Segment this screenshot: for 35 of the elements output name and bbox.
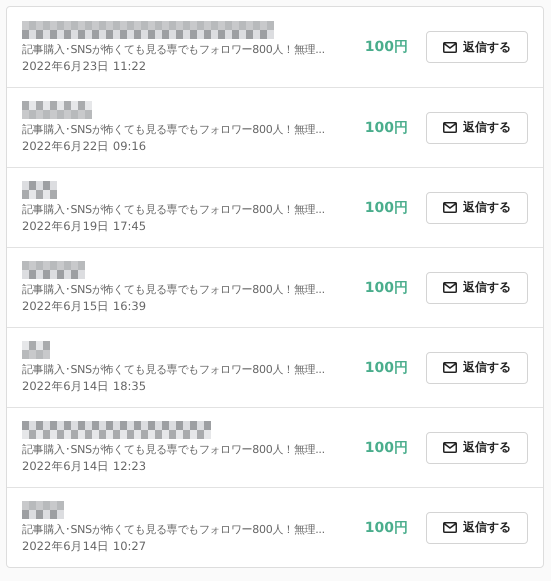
reply-button[interactable]: 返信する <box>426 352 528 384</box>
message-summary: 記事購入･SNSが怖くても見る専でもフォロワー800人！無理... <box>22 442 326 457</box>
message-date: 2022年6月22日 09:16 <box>22 139 148 154</box>
message-date: 2022年6月19日 17:45 <box>22 219 148 234</box>
message-date: 2022年6月14日 10:27 <box>22 539 148 554</box>
price-label: 100円 <box>364 38 408 56</box>
price-label: 100円 <box>364 118 408 136</box>
message-date: 2022年6月15日 16:39 <box>22 299 148 314</box>
reply-button[interactable]: 返信する <box>426 112 528 144</box>
reply-button[interactable]: 返信する <box>426 272 528 304</box>
message-date: 2022年6月23日 11:22 <box>22 58 148 74</box>
price-label: 100円 <box>364 438 408 456</box>
mail-icon <box>443 362 457 373</box>
reply-button[interactable]: 返信する <box>426 432 528 464</box>
price-label: 100円 <box>364 358 408 376</box>
mail-icon <box>443 442 457 453</box>
message-summary: 記事購入･SNSが怖くても見る専でもフォロワー800人！無理... <box>22 202 326 217</box>
price-label: 100円 <box>364 518 408 536</box>
message-summary: 記事購入･SNSが怖くても見る専でもフォロワー800人！無理... <box>22 282 326 297</box>
message-date: 2022年6月14日 18:35 <box>22 379 148 394</box>
message-summary: 記事購入･SNSが怖くても見る専でもフォロワー800人！無理... <box>22 42 326 56</box>
reply-button[interactable]: 返信する <box>426 192 528 224</box>
mail-icon <box>443 202 457 213</box>
message-date: 2022年6月14日 12:23 <box>22 459 148 474</box>
reply-button[interactable]: 返信する <box>426 512 528 544</box>
mail-icon <box>443 122 457 133</box>
message-summary: 記事購入･SNSが怖くても見る専でもフォロワー800人！無理... <box>22 122 326 137</box>
message-summary: 記事購入･SNSが怖くても見る専でもフォロワー800人！無理... <box>22 362 326 377</box>
price-label: 100円 <box>364 278 408 296</box>
message-summary: 記事購入･SNSが怖くても見る専でもフォロワー800人！無理... <box>22 522 326 537</box>
mail-icon <box>443 282 457 293</box>
reply-button[interactable]: 返信する <box>426 31 528 63</box>
mail-icon <box>443 522 457 533</box>
price-label: 100円 <box>364 198 408 216</box>
mail-icon <box>443 42 457 52</box>
